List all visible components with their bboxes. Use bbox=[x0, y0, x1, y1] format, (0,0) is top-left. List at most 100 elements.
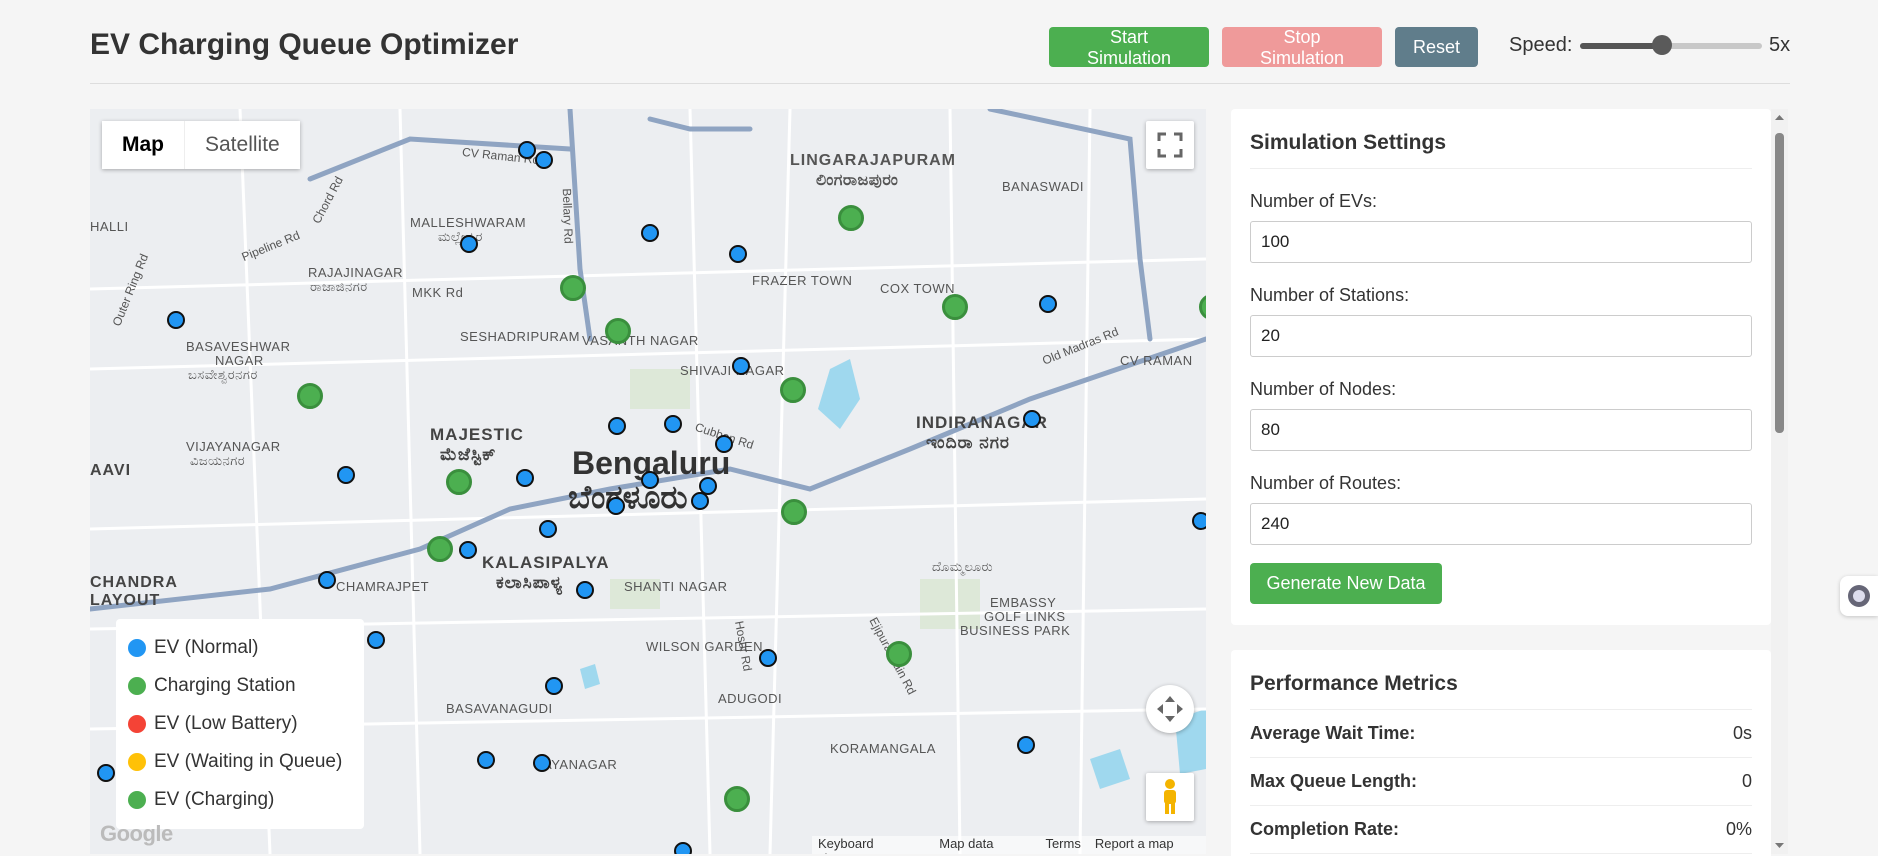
ev-marker[interactable] bbox=[607, 497, 625, 515]
scroll-down-icon[interactable] bbox=[1771, 840, 1788, 852]
charging-station-marker[interactable] bbox=[781, 499, 807, 525]
keyboard-shortcuts-link[interactable]: Keyboard shortcuts bbox=[818, 836, 925, 854]
legend-item: EV (Low Battery) bbox=[128, 705, 352, 743]
scrollbar-thumb[interactable] bbox=[1775, 133, 1784, 433]
nodes-input[interactable]: 80 bbox=[1250, 409, 1752, 451]
ev-marker[interactable] bbox=[1192, 512, 1206, 530]
metric-row: Average Wait Time: 0s bbox=[1250, 710, 1752, 758]
charging-station-marker[interactable] bbox=[724, 786, 750, 812]
ev-marker[interactable] bbox=[674, 842, 692, 854]
legend-item: Charging Station bbox=[128, 667, 352, 705]
legend-label: EV (Charging) bbox=[154, 789, 275, 810]
ev-marker[interactable] bbox=[759, 649, 777, 667]
stop-simulation-button[interactable]: Stop Simulation bbox=[1222, 27, 1382, 68]
charging-station-marker[interactable] bbox=[446, 469, 472, 495]
evs-input[interactable]: 100 bbox=[1250, 221, 1752, 263]
ev-marker[interactable] bbox=[459, 541, 477, 559]
ev-marker[interactable] bbox=[367, 631, 385, 649]
legend-dot-ev-waiting bbox=[128, 753, 146, 771]
map-label-halli: HALLI bbox=[90, 219, 129, 234]
ev-marker[interactable] bbox=[664, 415, 682, 433]
generate-data-button[interactable]: Generate New Data bbox=[1250, 563, 1442, 604]
charging-station-marker[interactable] bbox=[605, 318, 631, 344]
legend-dot-ev-charging bbox=[128, 791, 146, 809]
max-queue-label: Max Queue Length: bbox=[1250, 771, 1418, 791]
charging-station-marker[interactable] bbox=[942, 294, 968, 320]
scroll-up-icon[interactable] bbox=[1771, 111, 1788, 123]
ev-marker[interactable] bbox=[715, 435, 733, 453]
nodes-label: Number of Nodes: bbox=[1250, 379, 1397, 399]
ev-marker[interactable] bbox=[608, 417, 626, 435]
map-label-shanti-nagar: SHANTI NAGAR bbox=[624, 579, 728, 594]
ev-marker[interactable] bbox=[539, 520, 557, 538]
charging-station-marker[interactable] bbox=[297, 383, 323, 409]
map-label-adugodi: ADUGODI bbox=[718, 691, 783, 706]
charging-station-marker[interactable] bbox=[780, 377, 806, 403]
legend-label: EV (Waiting in Queue) bbox=[154, 751, 343, 772]
terms-link[interactable]: Terms bbox=[1045, 836, 1080, 854]
ev-marker[interactable] bbox=[460, 235, 478, 253]
ev-marker[interactable] bbox=[1017, 736, 1035, 754]
legend-dot-ev-low-battery bbox=[128, 715, 146, 733]
start-simulation-button[interactable]: Start Simulation bbox=[1049, 27, 1209, 68]
map-type-satellite-button[interactable]: Satellite bbox=[185, 121, 300, 169]
avg-wait-label: Average Wait Time: bbox=[1250, 723, 1416, 743]
map-label-kalasipalya-kn: ಕಲಾಸಿಪಾಳ್ಯ bbox=[496, 573, 564, 592]
ev-marker[interactable] bbox=[576, 581, 594, 599]
charging-station-marker[interactable] bbox=[560, 275, 586, 301]
stations-input[interactable]: 20 bbox=[1250, 315, 1752, 357]
map-label-lingarajapuram: LINGARAJAPURAM bbox=[790, 152, 956, 169]
ev-marker[interactable] bbox=[729, 245, 747, 263]
ev-marker[interactable] bbox=[477, 751, 495, 769]
ev-marker[interactable] bbox=[318, 571, 336, 589]
map-label-layout: LAYOUT bbox=[90, 592, 161, 609]
map-label-mkk-rd: MKK Rd bbox=[412, 285, 464, 300]
legend-item: EV (Normal) bbox=[128, 629, 352, 667]
ev-marker[interactable] bbox=[641, 471, 659, 489]
reset-button[interactable]: Reset bbox=[1395, 27, 1478, 67]
ev-marker[interactable] bbox=[97, 764, 115, 782]
speed-slider-thumb[interactable] bbox=[1651, 35, 1672, 55]
report-error-link[interactable]: Report a map error bbox=[1095, 836, 1200, 854]
ev-marker[interactable] bbox=[535, 151, 553, 169]
legend-label: Charging Station bbox=[154, 675, 296, 696]
charging-station-marker[interactable] bbox=[838, 205, 864, 231]
map-label-cox-town: COX TOWN bbox=[880, 281, 956, 296]
charging-station-marker[interactable] bbox=[427, 536, 453, 562]
ev-marker[interactable] bbox=[691, 492, 709, 510]
street-view-button[interactable] bbox=[1146, 773, 1194, 821]
map-legend: EV (Normal) Charging Station EV (Low Bat… bbox=[116, 619, 364, 829]
map-label-seshadripuram: SESHADRIPURAM bbox=[460, 329, 580, 344]
map-label-vijayanagar: VIJAYANAGAR bbox=[186, 439, 281, 454]
fullscreen-icon bbox=[1157, 132, 1183, 158]
routes-input[interactable]: 240 bbox=[1250, 503, 1752, 545]
ev-marker[interactable] bbox=[1039, 295, 1057, 313]
max-queue-value: 0 bbox=[1741, 771, 1752, 791]
google-logo: Google bbox=[100, 821, 173, 846]
charging-station-marker[interactable] bbox=[886, 641, 912, 667]
ev-marker[interactable] bbox=[337, 466, 355, 484]
side-extension-button[interactable] bbox=[1840, 576, 1878, 616]
ev-marker[interactable] bbox=[518, 141, 536, 159]
ev-marker[interactable] bbox=[1023, 410, 1041, 428]
ev-marker[interactable] bbox=[641, 224, 659, 242]
legend-item: EV (Waiting in Queue) bbox=[128, 743, 352, 781]
ev-marker[interactable] bbox=[732, 357, 750, 375]
map-type-map-button[interactable]: Map bbox=[102, 121, 185, 169]
speed-value: 5x bbox=[1769, 34, 1791, 56]
simulation-settings-title: Simulation Settings bbox=[1250, 109, 1752, 169]
fullscreen-button[interactable] bbox=[1146, 121, 1194, 169]
ev-marker[interactable] bbox=[516, 469, 534, 487]
map-label-cv-raman: CV RAMAN bbox=[1120, 353, 1193, 368]
map-label-koramangala: KORAMANGALA bbox=[830, 741, 936, 756]
camera-control-button[interactable] bbox=[1146, 685, 1194, 733]
ev-marker[interactable] bbox=[545, 677, 563, 695]
map-view[interactable]: LINGARAJAPURAM ಲಿಂಗರಾಜಪುರಂ MALLESHWARAM … bbox=[90, 109, 1206, 854]
speed-slider[interactable] bbox=[1580, 35, 1762, 55]
map-label-majestic: MAJESTIC bbox=[430, 425, 524, 444]
ev-marker[interactable] bbox=[533, 754, 551, 772]
sidebar-scrollbar[interactable] bbox=[1771, 109, 1788, 854]
map-label-kalasipalya: KALASIPALYA bbox=[482, 553, 610, 572]
ev-marker[interactable] bbox=[167, 311, 185, 329]
speed-label: Speed: bbox=[1509, 34, 1573, 56]
